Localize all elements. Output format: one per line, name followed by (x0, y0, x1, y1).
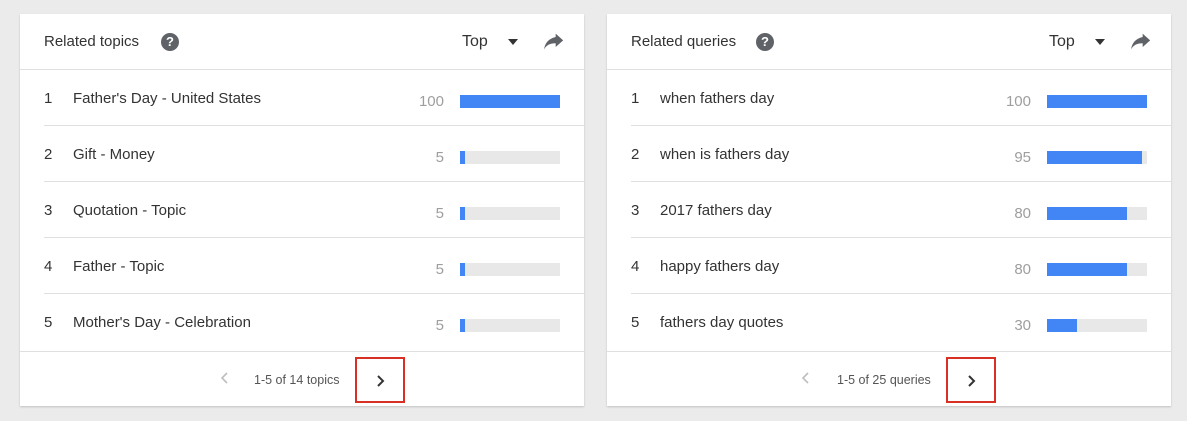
card-title: Related queries (631, 33, 737, 50)
interest-value: 5 (435, 149, 444, 166)
list-item[interactable]: 4 Father - Topic 5 (44, 238, 584, 294)
interest-bar (1047, 95, 1147, 108)
interest-value: 95 (1014, 149, 1031, 166)
query-label[interactable]: when is fathers day (660, 146, 789, 163)
interest-bar-fill (1047, 151, 1142, 164)
sort-select-label: Top (1049, 33, 1075, 50)
query-label[interactable]: fathers day quotes (660, 314, 783, 331)
interest-bar (1047, 207, 1147, 220)
pagination-text: 1-5 of 25 queries (837, 373, 931, 387)
sort-select-label: Top (462, 33, 488, 50)
list-item[interactable]: 3 Quotation - Topic 5 (44, 182, 584, 238)
help-icon[interactable]: ? (756, 33, 774, 51)
interest-value: 5 (435, 261, 444, 278)
topic-label[interactable]: Mother's Day - Celebration (73, 314, 251, 331)
list-item[interactable]: 4 happy fathers day 80 (631, 238, 1171, 294)
chevron-left-icon (220, 372, 228, 384)
interest-bar (1047, 151, 1147, 164)
caret-down-icon (507, 39, 518, 45)
interest-value: 100 (1005, 93, 1031, 110)
interest-value: 80 (1014, 205, 1031, 222)
interest-bar-fill (1047, 207, 1127, 220)
topics-list: 1 Father's Day - United States 100 2 Gif… (44, 70, 584, 350)
interest-bar (460, 263, 560, 276)
interest-value: 100 (418, 93, 444, 110)
card-title: Related topics (44, 33, 140, 50)
interest-bar (460, 319, 560, 332)
list-item[interactable]: 1 when fathers day 100 (631, 70, 1171, 126)
interest-bar-fill (460, 319, 465, 332)
prev-page-button[interactable] (220, 371, 232, 385)
topic-label[interactable]: Father's Day - United States (73, 90, 261, 107)
list-item[interactable]: 2 when is fathers day 95 (631, 126, 1171, 182)
pagination: 1-5 of 25 queries (607, 351, 1171, 406)
help-icon[interactable]: ? (161, 33, 179, 51)
interest-bar-fill (460, 207, 465, 220)
interest-bar-fill (460, 151, 465, 164)
interest-bar (1047, 319, 1147, 332)
interest-value: 80 (1014, 261, 1031, 278)
rank: 2 (631, 146, 640, 163)
query-label[interactable]: happy fathers day (660, 258, 779, 275)
related-queries-card: Related queries ? Top 1 when fathers day… (607, 14, 1171, 406)
interest-bar (460, 207, 560, 220)
interest-bar-fill (1047, 263, 1127, 276)
list-item[interactable]: 3 2017 fathers day 80 (631, 182, 1171, 238)
list-item[interactable]: 5 fathers day quotes 30 (631, 294, 1171, 350)
sort-select[interactable]: Top (462, 33, 518, 51)
interest-bar (460, 151, 560, 164)
interest-bar (1047, 263, 1147, 276)
chevron-left-icon (801, 372, 809, 384)
related-topics-card: Related topics ? Top 1 Father's Day - Un… (20, 14, 584, 406)
pagination: 1-5 of 14 topics (20, 351, 584, 406)
queries-list: 1 when fathers day 100 2 when is fathers… (631, 70, 1171, 350)
list-item[interactable]: 1 Father's Day - United States 100 (44, 70, 584, 126)
interest-value: 5 (435, 205, 444, 222)
rank: 4 (631, 258, 640, 275)
rank: 1 (631, 90, 640, 107)
interest-bar-fill (1047, 95, 1147, 108)
card-header: Related queries ? Top (607, 14, 1171, 70)
rank: 3 (631, 202, 640, 219)
interest-bar (460, 95, 560, 108)
chevron-right-icon (968, 375, 976, 387)
rank: 5 (44, 314, 53, 331)
card-header: Related topics ? Top (20, 14, 584, 70)
prev-page-button[interactable] (801, 371, 813, 385)
interest-bar-fill (460, 95, 560, 108)
query-label[interactable]: when fathers day (660, 90, 774, 107)
chevron-right-icon (377, 375, 385, 387)
rank: 2 (44, 146, 53, 163)
interest-bar-fill (1047, 319, 1077, 332)
interest-value: 5 (435, 317, 444, 334)
rank: 3 (44, 202, 53, 219)
share-icon[interactable] (1131, 33, 1151, 51)
topic-label[interactable]: Father - Topic (73, 258, 164, 275)
topic-label[interactable]: Quotation - Topic (73, 202, 186, 219)
interest-value: 30 (1014, 317, 1031, 334)
list-item[interactable]: 2 Gift - Money 5 (44, 126, 584, 182)
sort-select[interactable]: Top (1049, 33, 1105, 51)
rank: 5 (631, 314, 640, 331)
topic-label[interactable]: Gift - Money (73, 146, 155, 163)
pagination-text: 1-5 of 14 topics (254, 373, 340, 387)
interest-bar-fill (460, 263, 465, 276)
list-item[interactable]: 5 Mother's Day - Celebration 5 (44, 294, 584, 350)
caret-down-icon (1094, 39, 1105, 45)
share-icon[interactable] (544, 33, 564, 51)
rank: 4 (44, 258, 53, 275)
next-page-button[interactable] (355, 357, 405, 403)
rank: 1 (44, 90, 53, 107)
next-page-button[interactable] (946, 357, 996, 403)
query-label[interactable]: 2017 fathers day (660, 202, 772, 219)
